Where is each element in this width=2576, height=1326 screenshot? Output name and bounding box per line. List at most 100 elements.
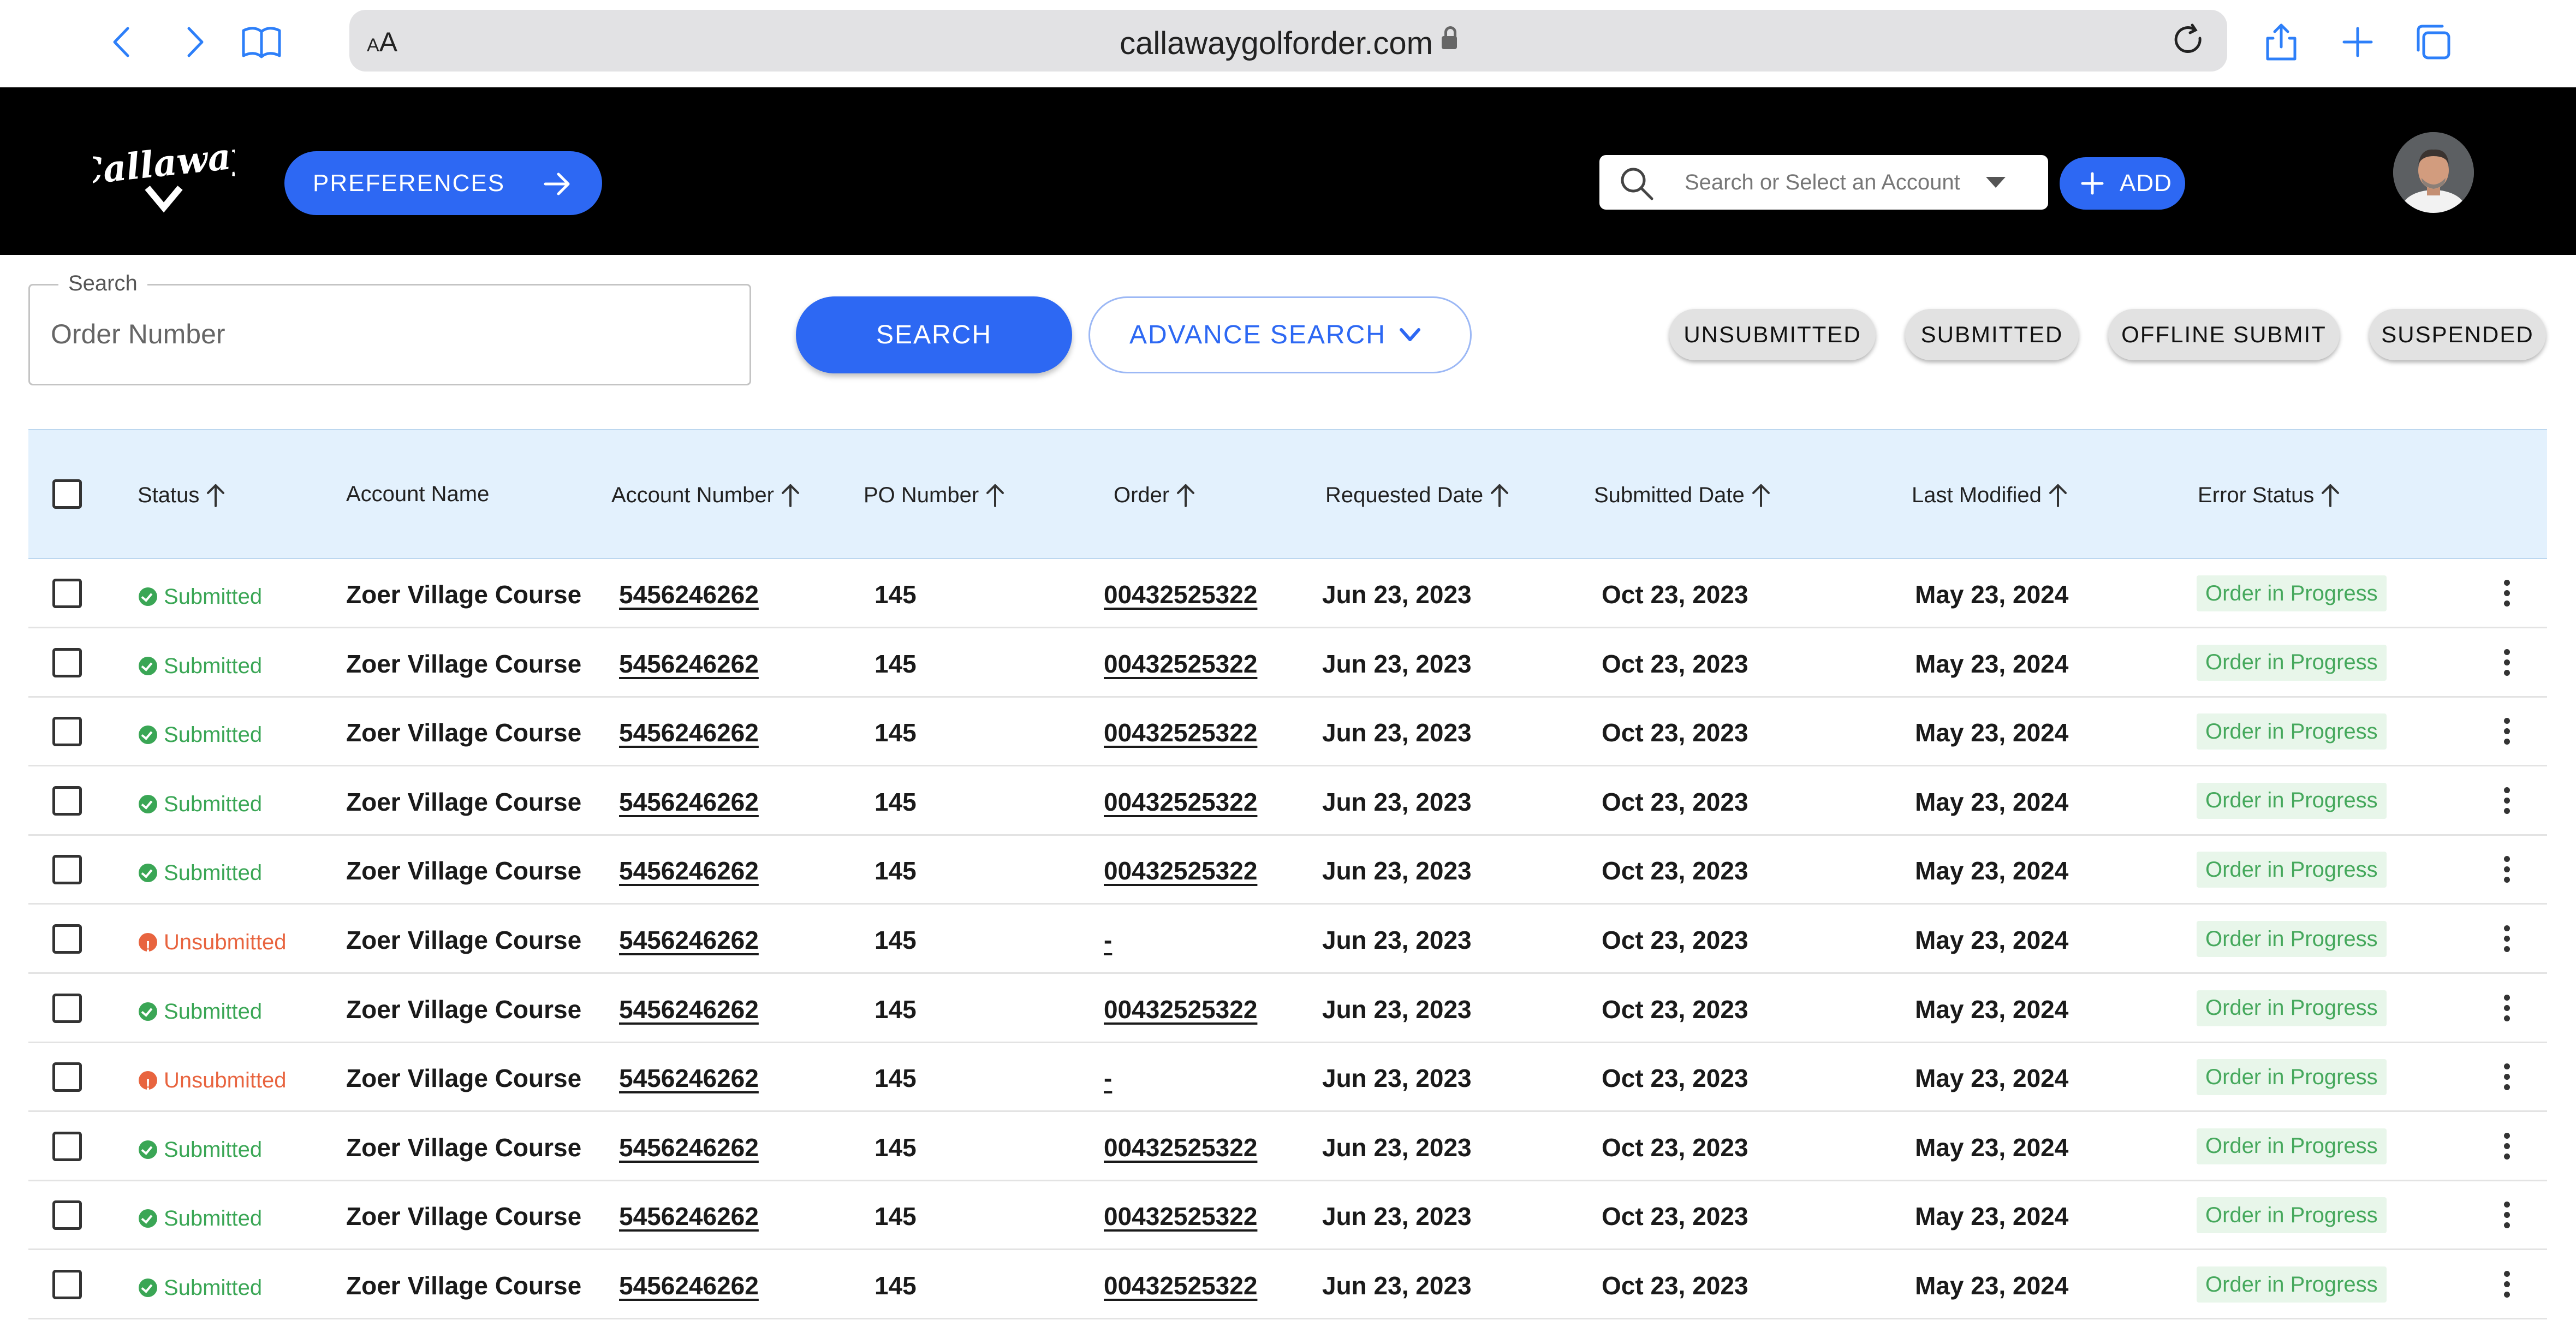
filter-chip-suspended[interactable]: SUSPENDED <box>2369 309 2546 360</box>
dropdown-caret-icon[interactable] <box>1986 177 2006 188</box>
account-number-link[interactable]: 5456246262 <box>619 856 759 885</box>
row-checkbox[interactable] <box>52 1200 82 1230</box>
order-link[interactable]: 00432525322 <box>1104 718 1257 747</box>
order-link[interactable]: 00432525322 <box>1104 580 1257 609</box>
order-link[interactable]: 00432525322 <box>1104 1202 1257 1231</box>
reload-icon[interactable] <box>2170 22 2208 59</box>
status-text: Submitted <box>164 1137 263 1162</box>
account-number-link[interactable]: 5456246262 <box>619 1133 759 1162</box>
filter-chip-unsubmitted[interactable]: UNSUBMITTED <box>1669 309 1876 360</box>
order-link[interactable]: 00432525322 <box>1104 856 1257 885</box>
table-row[interactable]: Submitted Zoer Village Course 5456246262 14… <box>28 628 2547 698</box>
select-all-checkbox[interactable] <box>52 479 82 509</box>
order-link[interactable]: 00432525322 <box>1104 787 1257 817</box>
kebab-menu-icon[interactable] <box>2501 649 2512 679</box>
filter-chip-offline-submit[interactable]: OFFLINE SUBMIT <box>2108 309 2340 360</box>
account-number-link[interactable]: 5456246262 <box>619 649 759 679</box>
account-number-link[interactable]: 5456246262 <box>619 1271 759 1300</box>
account-number-link[interactable]: 5456246262 <box>619 580 759 609</box>
requested-date: Jun 23, 2023 <box>1322 995 1472 1024</box>
row-checkbox[interactable] <box>52 993 82 1023</box>
tabs-icon[interactable] <box>2412 21 2454 63</box>
order-link[interactable]: 00432525322 <box>1104 1133 1257 1162</box>
table-row[interactable]: Submitted Zoer Village Course 5456246262 14… <box>28 1250 2547 1319</box>
bookmarks-icon[interactable] <box>240 21 283 63</box>
status-text: Submitted <box>164 792 263 816</box>
kebab-menu-icon[interactable] <box>2501 1132 2512 1162</box>
account-number-link[interactable]: 5456246262 <box>619 718 759 747</box>
kebab-menu-icon[interactable] <box>2501 1271 2512 1300</box>
kebab-menu-icon[interactable] <box>2501 580 2512 609</box>
account-number-link[interactable]: 5456246262 <box>619 1202 759 1231</box>
table-row[interactable]: Submitted Zoer Village Course 5456246262 14… <box>28 1181 2547 1251</box>
account-name: Zoer Village Course <box>346 1133 582 1162</box>
table-row[interactable]: Submitted Zoer Village Course 5456246262 14… <box>28 835 2547 905</box>
row-checkbox[interactable] <box>52 924 82 954</box>
row-checkbox[interactable] <box>52 717 82 747</box>
advance-search-button[interactable]: ADVANCE SEARCH <box>1088 296 1472 373</box>
column-header-account-number[interactable]: Account Number <box>611 482 801 508</box>
order-link[interactable]: - <box>1104 1063 1112 1093</box>
kebab-menu-icon[interactable] <box>2501 1202 2512 1231</box>
column-header-submitted-date[interactable]: Submitted Date <box>1594 482 1772 508</box>
back-icon[interactable] <box>102 21 144 63</box>
column-header-order[interactable]: Order <box>1114 482 1197 508</box>
po-number: 145 <box>874 1202 917 1231</box>
submitted-date: Oct 23, 2023 <box>1602 926 1748 954</box>
row-checkbox[interactable] <box>52 786 82 816</box>
callaway-logo[interactable]: Callaway <box>72 133 257 219</box>
account-number-link[interactable]: 5456246262 <box>619 787 759 817</box>
order-link[interactable]: - <box>1104 925 1112 955</box>
row-checkbox[interactable] <box>52 1270 82 1299</box>
new-tab-icon[interactable] <box>2336 21 2379 63</box>
kebab-menu-icon[interactable] <box>2501 994 2512 1024</box>
column-header-status[interactable]: Status <box>138 482 227 508</box>
account-number-link[interactable]: 5456246262 <box>619 1063 759 1093</box>
column-header-error-status[interactable]: Error Status <box>2198 482 2341 508</box>
row-checkbox[interactable] <box>52 855 82 885</box>
row-checkbox[interactable] <box>52 579 82 608</box>
check-circle-icon <box>139 1209 157 1228</box>
order-link[interactable]: 00432525322 <box>1104 1271 1257 1300</box>
order-link[interactable]: 00432525322 <box>1104 995 1257 1024</box>
table-row[interactable]: Submitted Zoer Village Course 5456246262 14… <box>28 974 2547 1043</box>
column-header-account-name[interactable]: Account Name <box>346 482 489 507</box>
share-icon[interactable] <box>2260 21 2303 63</box>
po-number: 145 <box>874 926 917 954</box>
preferences-button[interactable]: PREFERENCES <box>284 151 602 215</box>
row-checkbox[interactable] <box>52 1062 82 1092</box>
account-search-select[interactable]: Search or Select an Account <box>1599 155 2048 210</box>
add-button[interactable]: ADD <box>2060 157 2185 210</box>
order-search-field[interactable]: Search Order Number <box>28 271 751 385</box>
column-header-requested-date[interactable]: Requested Date <box>1325 482 1510 508</box>
address-bar[interactable]: AA callawaygolforder.com <box>349 10 2227 72</box>
table-row[interactable]: Submitted Zoer Village Course 5456246262 14… <box>28 766 2547 836</box>
table-row[interactable]: Unsubmitted Zoer Village Course 5456246262… <box>28 905 2547 974</box>
kebab-menu-icon[interactable] <box>2501 787 2512 817</box>
error-status-badge: Order in Progress <box>2197 990 2387 1026</box>
requested-date: Jun 23, 2023 <box>1322 857 1472 885</box>
status-text: Submitted <box>164 999 263 1024</box>
order-number-input[interactable]: Order Number <box>51 318 225 350</box>
search-button[interactable]: SEARCH <box>796 296 1072 373</box>
row-checkbox[interactable] <box>52 647 82 677</box>
requested-date: Jun 23, 2023 <box>1322 1271 1472 1300</box>
table-row[interactable]: Submitted Zoer Village Course 5456246262 14… <box>28 559 2547 628</box>
user-avatar[interactable] <box>2393 132 2474 213</box>
account-number-link[interactable]: 5456246262 <box>619 925 759 955</box>
kebab-menu-icon[interactable] <box>2501 718 2512 747</box>
column-header-po-number[interactable]: PO Number <box>864 482 1006 508</box>
row-checkbox[interactable] <box>52 1131 82 1161</box>
kebab-menu-icon[interactable] <box>2501 856 2512 885</box>
table-row[interactable]: Submitted Zoer Village Course 5456246262 14… <box>28 1112 2547 1181</box>
table-row[interactable]: Submitted Zoer Village Course 5456246262 14… <box>28 697 2547 767</box>
kebab-menu-icon[interactable] <box>2501 925 2512 955</box>
forward-icon[interactable] <box>172 21 215 63</box>
order-link[interactable]: 00432525322 <box>1104 649 1257 679</box>
table-row[interactable]: Unsubmitted Zoer Village Course 5456246262… <box>28 1043 2547 1113</box>
last-modified-date: May 23, 2024 <box>1915 857 2069 885</box>
kebab-menu-icon[interactable] <box>2501 1063 2512 1093</box>
filter-chip-submitted[interactable]: SUBMITTED <box>1905 309 2079 360</box>
column-header-last-modified[interactable]: Last Modified <box>1912 482 2069 508</box>
account-number-link[interactable]: 5456246262 <box>619 995 759 1024</box>
